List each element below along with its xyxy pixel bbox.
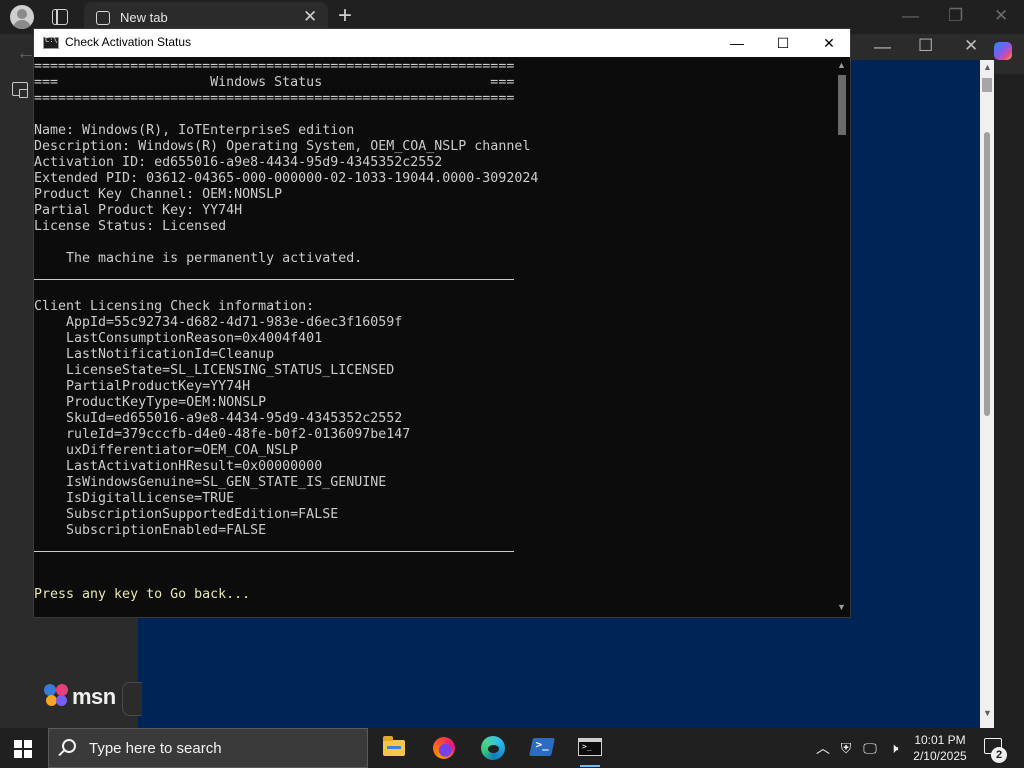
console-scrollbar[interactable]: ▲ ▼ [834,57,850,617]
profile-avatar-icon[interactable] [10,5,34,29]
network-icon[interactable]: 🖵 [860,728,880,768]
client-licensing-block: Client Licensing Check information: AppI… [34,299,411,538]
cmd-taskbar-button[interactable] [566,728,614,768]
console-close-button[interactable]: ✕ [806,29,852,57]
command-prompt-icon [578,738,602,756]
file-explorer-taskbar-button[interactable] [370,728,418,768]
browser-restore-button[interactable]: ❐ [948,6,963,26]
new-tab-favicon-icon [96,11,110,25]
status-header-block: ========================================… [34,59,515,106]
console-output[interactable]: ========================================… [34,59,834,617]
window-minimize-icon[interactable]: — [874,37,891,57]
scroll-down-arrow-icon[interactable]: ▼ [983,708,992,718]
page-widget-edge [122,682,142,716]
window-maximize-icon[interactable]: ☐ [918,36,933,56]
taskbar: Type here to search ︿ ⛨ 🖵 🕨 10:01 PM 2/1… [0,728,1024,768]
cmd-icon [43,36,59,49]
scrollbar-thumb[interactable] [984,132,990,416]
windows-status-block: Name: Windows(R), IoTEnterpriseS edition… [34,123,539,266]
notification-count-badge: 2 [991,747,1007,763]
browser-minimize-button[interactable]: — [902,6,919,26]
show-hidden-icons-chevron-icon[interactable]: ︿ [814,728,832,768]
edge-icon [481,736,505,760]
volume-muted-icon[interactable]: 🕨 [884,728,904,768]
console-scroll-down-icon[interactable]: ▼ [837,602,846,612]
powershell-icon [529,738,555,756]
separator-line [34,551,514,552]
clock-date: 2/10/2025 [913,749,967,763]
copilot-icon[interactable] [994,42,1012,60]
taskbar-search-box[interactable]: Type here to search [48,728,368,768]
new-tab-button[interactable]: + [338,2,352,30]
console-maximize-button[interactable]: ☐ [760,29,806,57]
console-scroll-up-icon[interactable]: ▲ [837,60,846,70]
msn-label: msn [72,684,116,709]
search-icon [62,739,76,753]
powershell-taskbar-button[interactable] [518,728,566,768]
firefox-taskbar-button[interactable] [420,728,468,768]
tab-actions-icon[interactable] [52,9,68,25]
console-scrollbar-thumb[interactable] [838,75,846,135]
page-scrollbar[interactable]: ▲ ▼ [980,60,994,728]
msn-butterfly-icon [44,684,70,708]
scroll-up-arrow-icon[interactable]: ▲ [983,62,992,72]
firefox-icon [433,737,455,759]
console-titlebar[interactable]: Check Activation Status — ☐ ✕ [34,29,850,57]
window-close-icon[interactable]: ✕ [964,36,978,56]
search-placeholder: Type here to search [89,740,222,757]
system-clock[interactable]: 10:01 PM 2/10/2025 [906,732,974,764]
start-button[interactable] [14,740,32,758]
security-status-icon[interactable]: ⛨ [836,728,856,768]
collections-icon[interactable] [12,82,28,98]
browser-close-button[interactable]: ✕ [994,6,1008,26]
tab-title: New tab [120,10,168,25]
folder-icon [383,736,405,756]
separator-line [34,279,514,280]
console-title: Check Activation Status [65,35,192,49]
console-window[interactable]: Check Activation Status — ☐ ✕ ==========… [33,28,851,618]
clock-time: 10:01 PM [914,733,966,747]
console-minimize-button[interactable]: — [714,29,760,57]
scrollbar-top-block [982,78,992,92]
edge-taskbar-button[interactable] [469,728,517,768]
press-any-key-prompt: Press any key to Go back... [34,587,251,602]
tab-close-icon[interactable]: ✕ [303,7,317,27]
